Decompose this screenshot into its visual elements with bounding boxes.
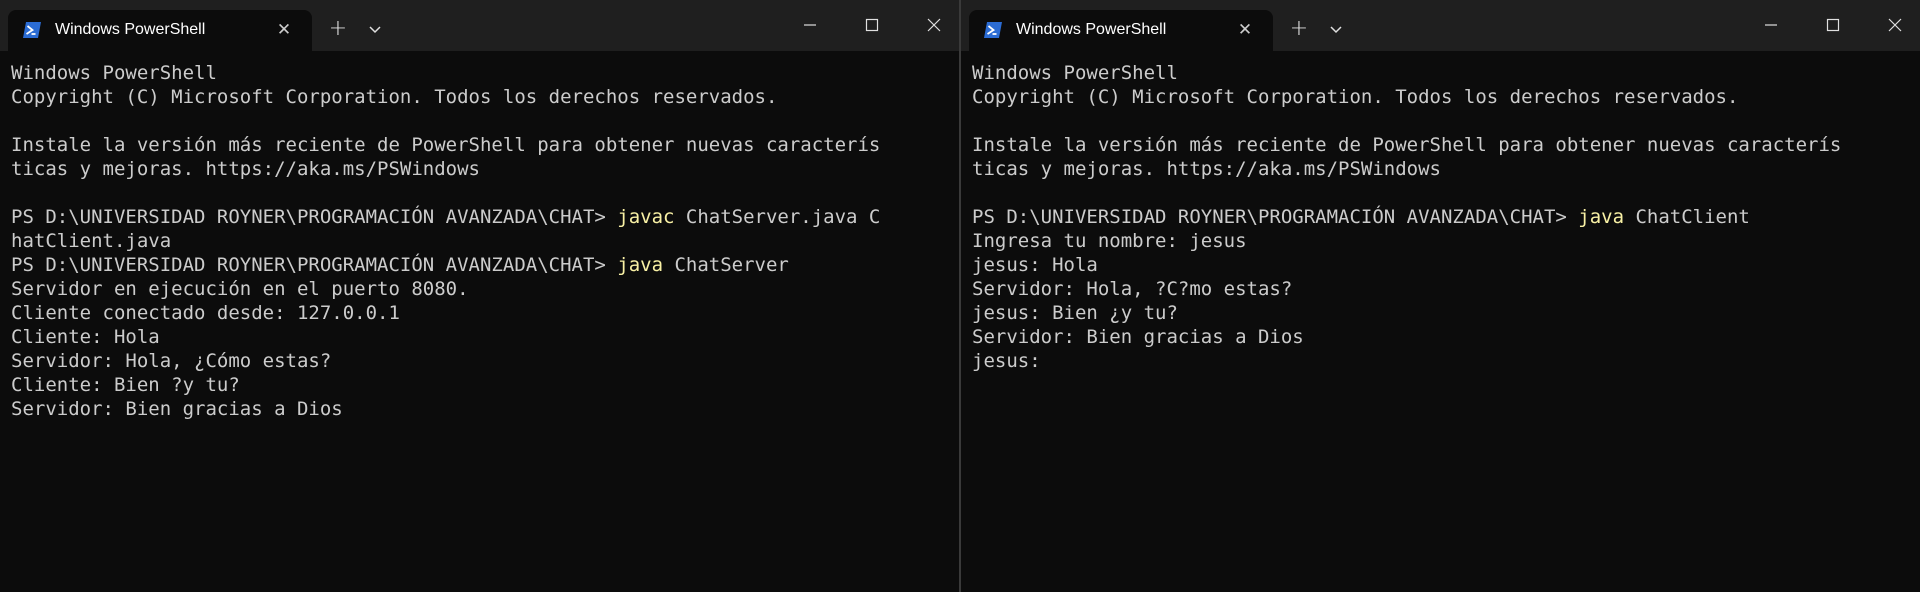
terminal-text: PS D:\UNIVERSIDAD ROYNER\PROGRAMACIÓN AV… xyxy=(11,254,618,276)
terminal-text: hatClient.java xyxy=(11,230,172,252)
terminal-text: Cliente conectado desde: 127.0.0.1 xyxy=(11,302,400,324)
tab-dropdown-button[interactable] xyxy=(360,14,390,46)
terminal-line: Cliente: Hola xyxy=(11,325,955,349)
terminal-output[interactable]: Windows PowerShell Copyright (C) Microsof… xyxy=(11,61,955,592)
terminal-line: Cliente: Bien ?y tu? xyxy=(11,373,955,397)
terminal-text: Copyright (C) Microsoft Corporation. Tod… xyxy=(972,86,1739,108)
terminal-line: Windows PowerShell xyxy=(11,61,955,85)
tab-powershell[interactable]: Windows PowerShell ✕ xyxy=(969,10,1273,51)
minimize-button[interactable] xyxy=(786,10,834,40)
terminal-text: Cliente: Bien ?y tu? xyxy=(11,374,240,396)
new-tab-button[interactable]: + xyxy=(1283,14,1315,46)
minimize-icon xyxy=(804,24,816,26)
terminal-line: jesus: Hola xyxy=(972,253,1916,277)
maximize-icon xyxy=(1826,18,1840,32)
terminal-text: ChatClient xyxy=(1624,206,1750,228)
terminal-line: PS D:\UNIVERSIDAD ROYNER\PROGRAMACIÓN AV… xyxy=(11,253,955,277)
terminal-text: ticas y mejoras. https://aka.ms/PSWindow… xyxy=(972,158,1441,180)
terminal-text: Copyright (C) Microsoft Corporation. Tod… xyxy=(11,86,778,108)
terminal-text: jesus: xyxy=(972,350,1053,372)
terminal-text: Cliente: Hola xyxy=(11,326,160,348)
command-token: java xyxy=(1578,206,1625,228)
terminal-line: ticas y mejoras. https://aka.ms/PSWindow… xyxy=(972,157,1916,181)
tab-title: Windows PowerShell xyxy=(1016,21,1167,38)
powershell-icon xyxy=(984,22,1002,38)
command-token: javac xyxy=(617,206,675,228)
terminal-output[interactable]: Windows PowerShell Copyright (C) Microsof… xyxy=(972,61,1916,592)
terminal-line: Servidor: Hola, ?C?mo estas? xyxy=(972,277,1916,301)
terminal-line: hatClient.java xyxy=(11,229,955,253)
terminal-line: Windows PowerShell xyxy=(972,61,1916,85)
terminal-text: Windows PowerShell xyxy=(972,62,1178,84)
maximize-button[interactable] xyxy=(1809,10,1857,40)
terminal-line: jesus: xyxy=(972,349,1916,373)
terminal-line: Instale la versión más reciente de Power… xyxy=(11,133,955,157)
close-window-button[interactable] xyxy=(1871,10,1919,40)
chevron-down-icon xyxy=(369,26,381,34)
terminal-line: Cliente conectado desde: 127.0.0.1 xyxy=(11,301,955,325)
maximize-button[interactable] xyxy=(848,10,896,40)
terminal-line: Servidor en ejecución en el puerto 8080. xyxy=(11,277,955,301)
terminal-text: Servidor en ejecución en el puerto 8080. xyxy=(11,278,469,300)
terminal-line: Servidor: Bien gracias a Dios xyxy=(972,325,1916,349)
desktop: Windows PowerShell ✕ + Windows PowerShel… xyxy=(0,0,1920,592)
terminal-line: PS D:\UNIVERSIDAD ROYNER\PROGRAMACIÓN AV… xyxy=(11,205,955,229)
terminal-line: Instale la versión más reciente de Power… xyxy=(972,133,1916,157)
tab-dropdown-button[interactable] xyxy=(1321,14,1351,46)
close-icon xyxy=(927,18,941,32)
close-icon[interactable]: ✕ xyxy=(272,18,296,42)
terminal-line: Copyright (C) Microsoft Corporation. Tod… xyxy=(972,85,1916,109)
close-icon xyxy=(1888,18,1902,32)
terminal-text: Servidor: Hola, ?C?mo estas? xyxy=(972,278,1293,300)
terminal-text: Servidor: Hola, ¿Cómo estas? xyxy=(11,350,332,372)
terminal-text: jesus: Bien ¿y tu? xyxy=(972,302,1178,324)
terminal-text: Ingresa tu nombre: jesus xyxy=(972,230,1247,252)
terminal-text: PS D:\UNIVERSIDAD ROYNER\PROGRAMACIÓN AV… xyxy=(11,206,618,228)
terminal-text: ticas y mejoras. https://aka.ms/PSWindow… xyxy=(11,158,480,180)
terminal-text: PS D:\UNIVERSIDAD ROYNER\PROGRAMACIÓN AV… xyxy=(972,206,1579,228)
title-bar[interactable]: Windows PowerShell ✕ + xyxy=(0,0,959,51)
terminal-text: Servidor: Bien gracias a Dios xyxy=(11,398,343,420)
powershell-window-client: Windows PowerShell ✕ + Windows PowerShel… xyxy=(961,0,1920,592)
minimize-button[interactable] xyxy=(1747,10,1795,40)
minimize-icon xyxy=(1765,24,1777,26)
terminal-line: Servidor: Hola, ¿Cómo estas? xyxy=(11,349,955,373)
tab-title: Windows PowerShell xyxy=(55,21,206,38)
close-icon[interactable]: ✕ xyxy=(1233,18,1257,42)
terminal-line: ticas y mejoras. https://aka.ms/PSWindow… xyxy=(11,157,955,181)
terminal-text: ChatServer xyxy=(663,254,789,276)
close-window-button[interactable] xyxy=(910,10,958,40)
title-bar[interactable]: Windows PowerShell ✕ + xyxy=(961,0,1920,51)
terminal-line: Copyright (C) Microsoft Corporation. Tod… xyxy=(11,85,955,109)
powershell-window-server: Windows PowerShell ✕ + Windows PowerShel… xyxy=(0,0,959,592)
terminal-line: Servidor: Bien gracias a Dios xyxy=(11,397,955,421)
new-tab-button[interactable]: + xyxy=(322,14,354,46)
terminal-text: Windows PowerShell xyxy=(11,62,217,84)
terminal-text: ChatServer.java C xyxy=(674,206,881,228)
terminal-text: Instale la versión más reciente de Power… xyxy=(11,134,881,156)
command-token: java xyxy=(617,254,664,276)
terminal-text: Instale la versión más reciente de Power… xyxy=(972,134,1842,156)
powershell-icon xyxy=(23,22,41,38)
chevron-down-icon xyxy=(1330,26,1342,34)
terminal-line: jesus: Bien ¿y tu? xyxy=(972,301,1916,325)
maximize-icon xyxy=(865,18,879,32)
terminal-text: Servidor: Bien gracias a Dios xyxy=(972,326,1304,348)
terminal-line: PS D:\UNIVERSIDAD ROYNER\PROGRAMACIÓN AV… xyxy=(972,205,1916,229)
terminal-line: Ingresa tu nombre: jesus xyxy=(972,229,1916,253)
terminal-text: jesus: Hola xyxy=(972,254,1098,276)
tab-powershell[interactable]: Windows PowerShell ✕ xyxy=(8,10,312,51)
